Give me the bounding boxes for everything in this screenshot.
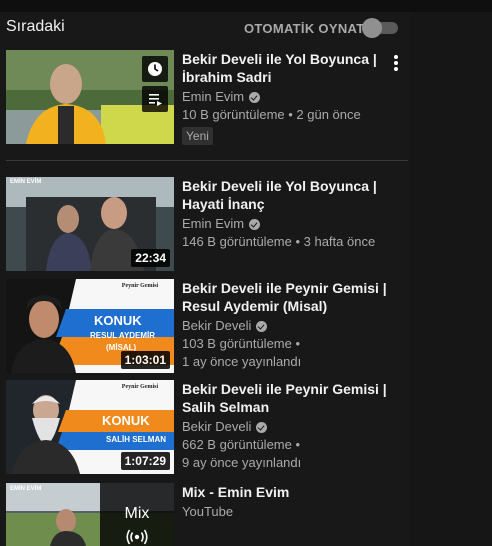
clock-icon: [148, 62, 162, 76]
up-next-title: Sıradaki: [6, 18, 65, 35]
video-meta: Mix - Emin Evim YouTube: [182, 483, 392, 521]
autoplay-toggle-knob: [362, 18, 382, 38]
video-stats-age: 9 ay önce yayınlandı: [182, 455, 302, 470]
radio-icon: [126, 529, 148, 545]
channel-row: Bekir Develi: [182, 418, 392, 436]
more-options-icon[interactable]: [388, 52, 404, 74]
channel-row: YouTube: [182, 503, 392, 521]
video-stats: 10 B görüntüleme • 2 gün önce: [182, 107, 361, 122]
channel-name[interactable]: Emin Evim: [182, 88, 244, 106]
video-meta: Bekir Develi ile Yol Boyunca | İbrahim S…: [182, 50, 392, 145]
thumbnail-guest-label: KONUK: [102, 413, 150, 428]
autoplay-toggle[interactable]: [362, 18, 398, 38]
video-duration: 22:34: [131, 249, 170, 267]
mix-thumbnail[interactable]: EMİN EVİM Mix: [6, 483, 174, 546]
video-stats-age: 1 ay önce yayınlandı: [182, 354, 302, 369]
divider: [6, 160, 408, 161]
thumbnail-guest-name: SALİH SELMAN: [106, 435, 166, 444]
thumbnail-logo-text: Peynir Gemisi: [121, 384, 159, 390]
video-title[interactable]: Bekir Develi ile Peynir Gemisi | Salih S…: [182, 380, 392, 416]
verified-icon: [249, 91, 261, 103]
channel-name[interactable]: YouTube: [182, 503, 233, 521]
video-thumbnail[interactable]: Peynir Gemisi KONUK RESUL AYDEMİR (MİSAL…: [6, 279, 174, 373]
video-stats: 146 B görüntüleme • 3 hafta önce: [182, 234, 376, 249]
mix-item[interactable]: EMİN EVİM Mix Mix - Emin Evim YouTube: [0, 483, 408, 546]
mix-overlay: Mix: [100, 483, 174, 546]
right-empty-area: [410, 12, 492, 546]
video-item[interactable]: Bekir Develi ile Yol Boyunca | İbrahim S…: [0, 50, 408, 160]
mix-label: Mix: [124, 505, 150, 522]
thumbnail-logo-text: EMİN EVİM: [10, 486, 42, 492]
verified-icon: [256, 320, 268, 332]
channel-row: Emin Evim: [182, 215, 392, 233]
channel-name[interactable]: Bekir Develi: [182, 317, 251, 335]
top-bar: [0, 0, 492, 12]
video-title[interactable]: Bekir Develi ile Yol Boyunca | Hayati İn…: [182, 177, 392, 213]
mix-title[interactable]: Mix - Emin Evim: [182, 483, 392, 501]
channel-row: Emin Evim: [182, 88, 392, 106]
verified-icon: [249, 218, 261, 230]
video-title[interactable]: Bekir Develi ile Peynir Gemisi | Resul A…: [182, 279, 392, 315]
autoplay-label: OTOMATİK OYNAT: [244, 21, 365, 36]
thumbnail-guest-name: RESUL AYDEMİR: [90, 331, 156, 340]
video-item[interactable]: EMİN EVİM 22:34 Bekir Develi ile Yol Boy…: [0, 177, 408, 273]
video-title[interactable]: Bekir Develi ile Yol Boyunca | İbrahim S…: [182, 50, 392, 86]
video-meta: Bekir Develi ile Yol Boyunca | Hayati İn…: [182, 177, 392, 251]
video-thumbnail[interactable]: EMİN EVİM 22:34: [6, 177, 174, 271]
video-item[interactable]: Peynir Gemisi KONUK RESUL AYDEMİR (MİSAL…: [0, 279, 408, 375]
add-to-queue-button[interactable]: [142, 86, 168, 112]
up-next-header: Sıradaki OTOMATİK OYNAT: [0, 12, 408, 42]
channel-name[interactable]: Emin Evim: [182, 215, 244, 233]
video-duration: 1:03:01: [120, 351, 170, 369]
thumbnail-logo-text: EMİN EVİM: [10, 179, 42, 185]
thumbnail-logo-text: Peynir Gemisi: [121, 283, 159, 289]
video-meta: Bekir Develi ile Peynir Gemisi | Salih S…: [182, 380, 392, 472]
video-thumbnail[interactable]: [6, 50, 174, 144]
queue-icon: [149, 94, 162, 106]
verified-icon: [256, 421, 268, 433]
channel-name[interactable]: Bekir Develi: [182, 418, 251, 436]
new-badge: Yeni: [182, 127, 213, 145]
video-duration: 1:07:29: [120, 452, 170, 470]
video-item[interactable]: Peynir Gemisi KONUK SALİH SELMAN 1:07:29…: [0, 380, 408, 476]
thumbnail-guest-label: KONUK: [94, 313, 142, 328]
channel-row: Bekir Develi: [182, 317, 392, 335]
video-stats-views: 662 B görüntüleme •: [182, 437, 301, 452]
video-stats-views: 103 B görüntüleme •: [182, 336, 301, 351]
video-thumbnail[interactable]: Peynir Gemisi KONUK SALİH SELMAN 1:07:29: [6, 380, 174, 474]
watch-later-button[interactable]: [142, 56, 168, 82]
video-meta: Bekir Develi ile Peynir Gemisi | Resul A…: [182, 279, 392, 371]
